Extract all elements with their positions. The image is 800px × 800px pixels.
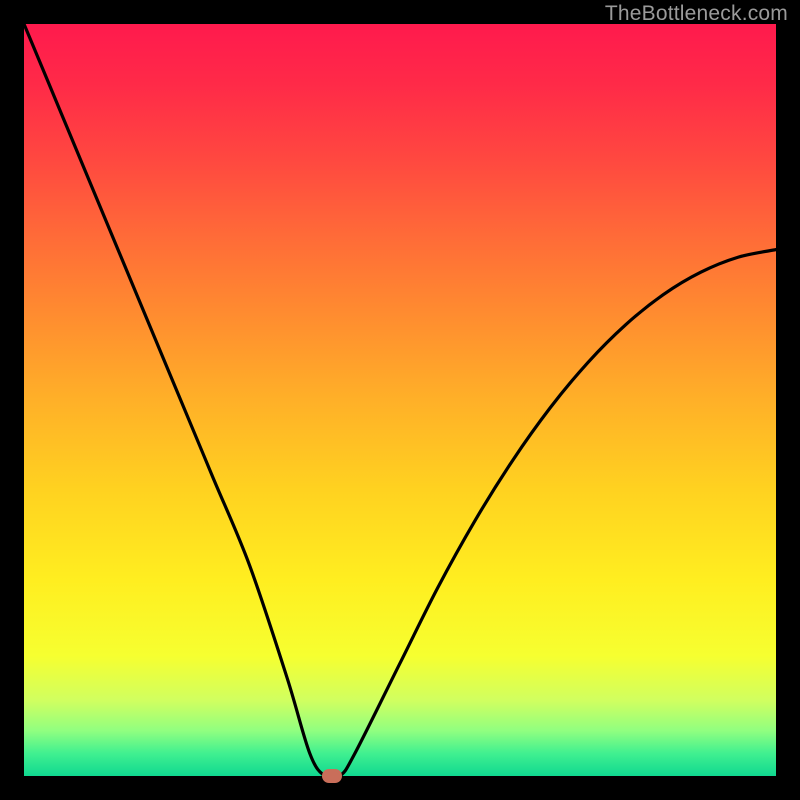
brand-watermark: TheBottleneck.com: [605, 2, 788, 26]
chart-frame: TheBottleneck.com: [0, 0, 800, 800]
minimum-marker: [322, 769, 342, 783]
plot-area: [24, 24, 776, 776]
curve-svg: [24, 24, 776, 776]
bottleneck-curve-path: [24, 24, 776, 776]
